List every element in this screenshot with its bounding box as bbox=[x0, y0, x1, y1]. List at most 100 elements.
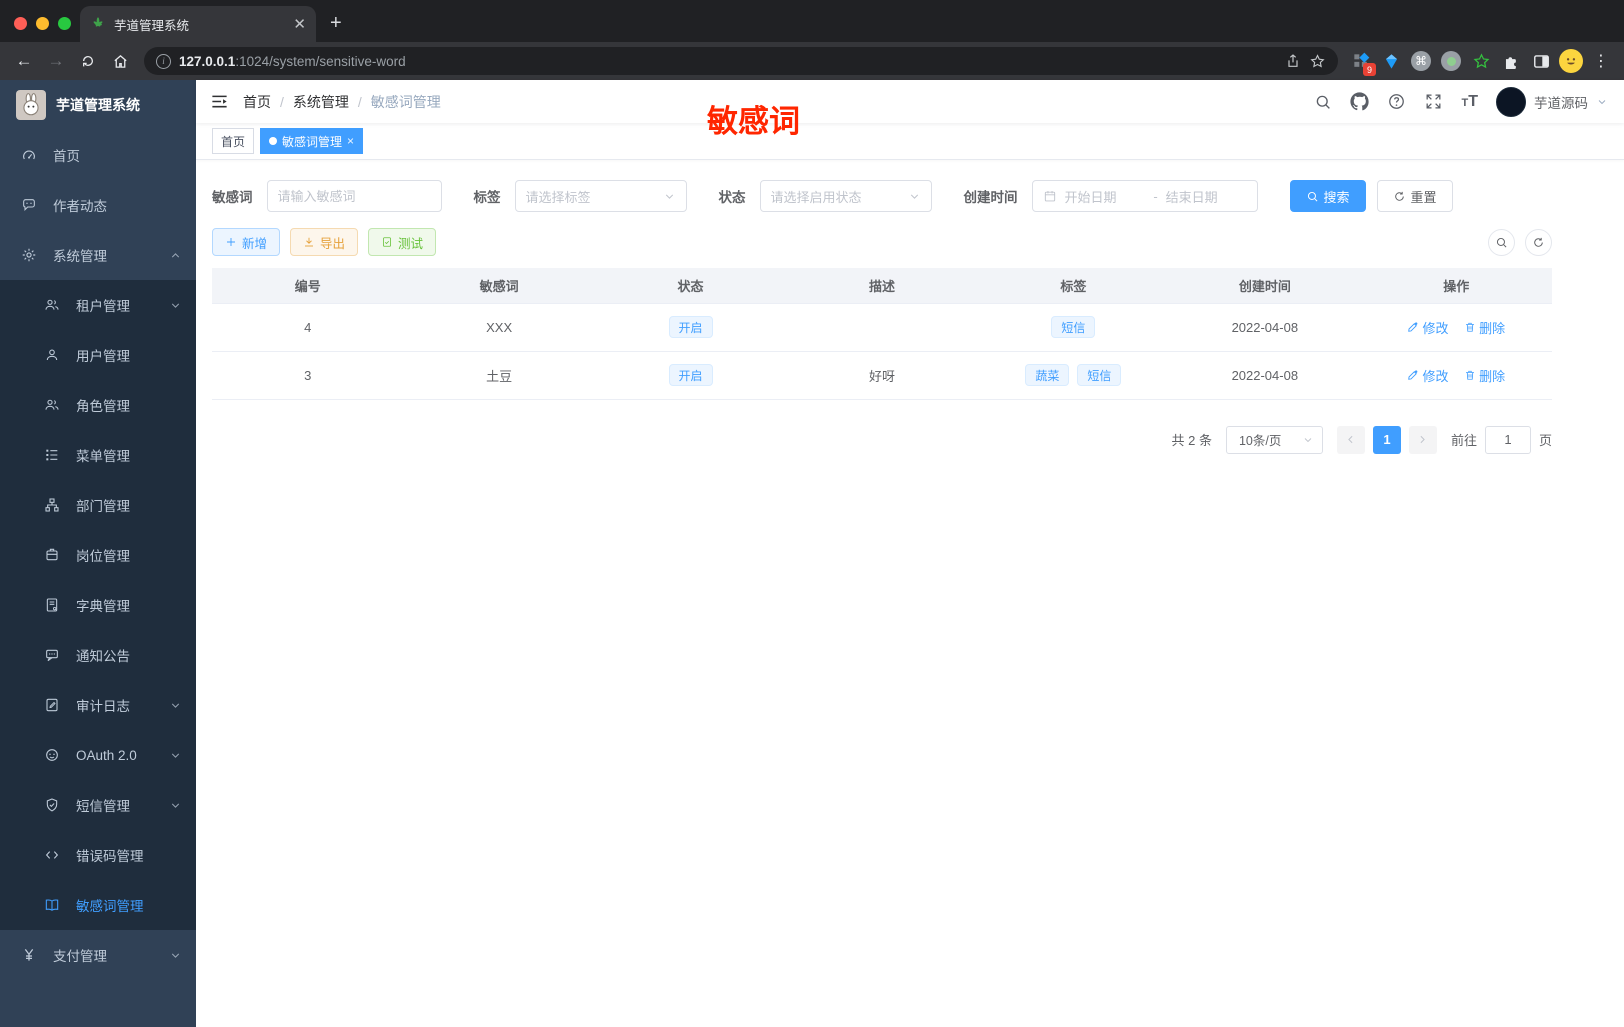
status-badge: 开启 bbox=[668, 364, 713, 386]
tag-select[interactable]: 请选择标签 bbox=[514, 180, 687, 212]
user-name: 芋道源码 bbox=[1534, 95, 1588, 111]
caret-down-icon bbox=[1596, 96, 1608, 108]
search-button[interactable]: 搜索 bbox=[1289, 180, 1366, 212]
sidebar-item-sensitive-word-management[interactable]: 敏感词管理 bbox=[0, 880, 196, 930]
keyword-input[interactable] bbox=[277, 188, 431, 204]
sidebar-item-error-code-management[interactable]: 错误码管理 bbox=[0, 830, 196, 880]
back-button[interactable]: ← bbox=[10, 47, 38, 75]
tag-home[interactable]: 首页 bbox=[212, 128, 255, 154]
minimize-window-button[interactable] bbox=[36, 17, 49, 30]
chevron-up-icon bbox=[169, 248, 182, 263]
date-start-placeholder: 开始日期 bbox=[1064, 189, 1117, 205]
keyword-label: 敏感词 bbox=[212, 190, 253, 205]
edit-link[interactable]: 修改 bbox=[1407, 366, 1448, 385]
sidebar-item-post-management[interactable]: 岗位管理 bbox=[0, 530, 196, 580]
extension-command-icon[interactable]: ⌘ bbox=[1408, 48, 1434, 74]
filter-create-time: 创建时间 开始日期 - 结束日期 bbox=[964, 180, 1258, 212]
reload-button[interactable] bbox=[74, 47, 102, 75]
browser-tab[interactable]: 芋道管理系统 ✕ bbox=[80, 6, 316, 42]
address-bar[interactable]: i 127.0.0.1:1024/system/sensitive-word bbox=[144, 47, 1338, 75]
close-tab-icon[interactable]: ✕ bbox=[293, 15, 306, 33]
profile-avatar[interactable] bbox=[1558, 48, 1584, 74]
extension-star-icon[interactable] bbox=[1468, 48, 1494, 74]
sidebar-item-role-management[interactable]: 角色管理 bbox=[0, 380, 196, 430]
browser-tab-title: 芋道管理系统 bbox=[114, 18, 190, 33]
sidebar-item-tenant-management[interactable]: 租户管理 bbox=[0, 280, 196, 330]
column-id: 编号 bbox=[212, 268, 404, 304]
home-icon bbox=[112, 53, 129, 70]
sidebar-item-department-management[interactable]: 部门管理 bbox=[0, 480, 196, 530]
search-icon bbox=[1495, 236, 1508, 249]
sidebar-item-label: 角色管理 bbox=[76, 399, 130, 414]
sidebar-item-system-management[interactable]: 系统管理 bbox=[0, 230, 196, 280]
tenants-icon bbox=[44, 297, 60, 313]
sidebar-item-announcement[interactable]: 通知公告 bbox=[0, 630, 196, 680]
font-size-icon[interactable]: TT bbox=[1461, 93, 1478, 111]
extensions-puzzle-icon[interactable] bbox=[1498, 48, 1524, 74]
help-icon[interactable] bbox=[1387, 92, 1406, 111]
page-size-select[interactable]: 10条/页 bbox=[1225, 425, 1323, 454]
prev-page-button[interactable] bbox=[1336, 425, 1365, 454]
edit-link[interactable]: 修改 bbox=[1407, 318, 1448, 337]
sidebar-item-label: 错误码管理 bbox=[76, 849, 144, 864]
sidebar-logo[interactable]: 芋道管理系统 bbox=[0, 80, 196, 130]
next-page-button[interactable] bbox=[1408, 425, 1437, 454]
sidebar-item-home[interactable]: 首页 bbox=[0, 130, 196, 180]
sidebar-item-oauth[interactable]: OAuth 2.0 bbox=[0, 730, 196, 780]
hamburger-icon[interactable] bbox=[210, 92, 229, 111]
header-search-icon[interactable] bbox=[1314, 93, 1332, 111]
pagination: 共 2 条 10条/页 1 前往 页 bbox=[212, 425, 1552, 454]
sidebar: 芋道管理系统 首页 作者动态 系统管理 租户管理 用户管理 角色管理 菜单管理 … bbox=[0, 80, 196, 1027]
sidebar-item-payment-management[interactable]: 支付管理 bbox=[0, 930, 196, 980]
goto-page-input[interactable] bbox=[1484, 425, 1531, 454]
browser-menu-icon[interactable]: ⋮ bbox=[1588, 48, 1614, 74]
home-button[interactable] bbox=[106, 47, 134, 75]
new-tab-button[interactable]: + bbox=[330, 12, 342, 35]
sidebar-item-sms-management[interactable]: 短信管理 bbox=[0, 780, 196, 830]
close-icon[interactable]: × bbox=[347, 134, 354, 148]
sidebar-item-label: 短信管理 bbox=[76, 799, 130, 814]
sidebar-item-dict-management[interactable]: 字典管理 bbox=[0, 580, 196, 630]
user-menu[interactable]: 芋道源码 bbox=[1496, 86, 1608, 117]
breadcrumb-parent[interactable]: 系统管理 bbox=[293, 92, 349, 112]
sidebar-item-user-management[interactable]: 用户管理 bbox=[0, 330, 196, 380]
error-code-icon bbox=[44, 847, 60, 863]
extension-record-icon[interactable] bbox=[1438, 48, 1464, 74]
breadcrumb-home[interactable]: 首页 bbox=[243, 92, 271, 112]
create-time-label: 创建时间 bbox=[963, 190, 1018, 205]
date-range-picker[interactable]: 开始日期 - 结束日期 bbox=[1031, 180, 1258, 212]
delete-link[interactable]: 删除 bbox=[1464, 318, 1505, 337]
site-info-icon[interactable]: i bbox=[156, 53, 171, 69]
extension-badge: 9 bbox=[1363, 63, 1376, 76]
oauth-icon bbox=[44, 747, 60, 763]
side-panel-icon[interactable] bbox=[1528, 48, 1554, 74]
toggle-search-button[interactable] bbox=[1488, 228, 1515, 256]
reset-button[interactable]: 重置 bbox=[1376, 180, 1453, 212]
tag-sensitive-word[interactable]: 敏感词管理 × bbox=[260, 128, 364, 154]
refresh-table-button[interactable] bbox=[1525, 228, 1552, 256]
zoom-window-button[interactable] bbox=[58, 17, 71, 30]
test-button[interactable]: 测试 bbox=[368, 228, 437, 256]
forward-button[interactable]: → bbox=[42, 47, 70, 75]
delete-link[interactable]: 删除 bbox=[1464, 366, 1505, 385]
extension-gem-icon[interactable] bbox=[1378, 48, 1404, 74]
filter-keyword: 敏感词 bbox=[212, 180, 442, 212]
fullscreen-icon[interactable] bbox=[1424, 92, 1443, 111]
share-icon[interactable] bbox=[1285, 53, 1301, 69]
bookmark-star-icon[interactable] bbox=[1309, 53, 1326, 70]
red-annotation-text: 敏感词 bbox=[707, 104, 800, 139]
user-icon bbox=[44, 347, 60, 363]
export-button[interactable]: 导出 bbox=[290, 228, 359, 256]
table-right-tools bbox=[1488, 228, 1552, 256]
status-select[interactable]: 请选择启用状态 bbox=[759, 180, 932, 212]
sidebar-item-audit-log[interactable]: 审计日志 bbox=[0, 680, 196, 730]
extension-grid-diamond-icon[interactable]: 9 bbox=[1348, 48, 1376, 76]
add-button[interactable]: 新增 bbox=[212, 228, 281, 256]
page-number-current[interactable]: 1 bbox=[1372, 425, 1401, 454]
sidebar-item-author-news[interactable]: 作者动态 bbox=[0, 180, 196, 230]
github-icon[interactable] bbox=[1350, 92, 1369, 111]
tags-view: 首页 敏感词管理 × bbox=[196, 123, 1624, 160]
sidebar-item-menu-management[interactable]: 菜单管理 bbox=[0, 430, 196, 480]
close-window-button[interactable] bbox=[14, 17, 27, 30]
column-tags: 标签 bbox=[977, 268, 1170, 304]
